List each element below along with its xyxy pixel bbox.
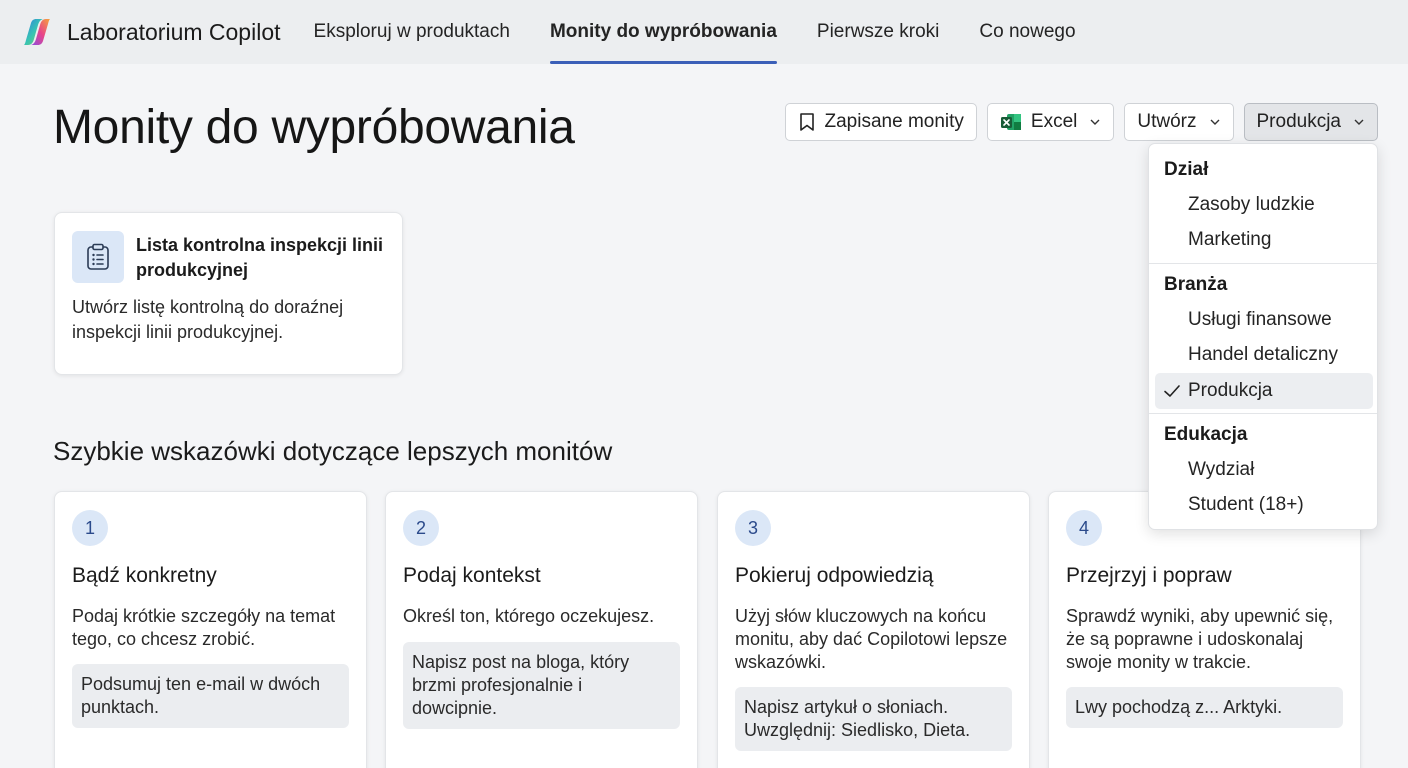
prompt-card-title: Lista kontrolna inspekcji linii produkcy… <box>136 235 384 280</box>
tip-description: Użyj słów kluczowych na końcu monitu, ab… <box>735 606 1008 672</box>
dropdown-group-title: Branża <box>1164 274 1228 295</box>
dropdown-item-student[interactable]: Student (18+) <box>1188 494 1304 516</box>
excel-icon <box>1000 114 1021 130</box>
main-nav: Eksploruj w produktach Monity do wypróbo… <box>314 0 1116 64</box>
nav-tab-explore[interactable]: Eksploruj w produktach <box>314 0 510 64</box>
tip-description: Podaj krótkie szczegóły na temat tego, c… <box>72 606 336 649</box>
bookmark-icon <box>799 113 814 131</box>
brand[interactable]: Laboratorium Copilot <box>19 14 281 50</box>
dropdown-separator <box>1149 263 1377 264</box>
filter-toolbar: Zapisane monity Excel Utwórz Produkcja <box>784 103 1378 141</box>
saved-prompts-label: Zapisane monity <box>824 111 964 132</box>
top-navigation-bar: Laboratorium Copilot Eksploruj w produkt… <box>0 0 1408 64</box>
industry-filter-label: Produkcja <box>1256 111 1342 132</box>
dropdown-item-manufacturing[interactable]: Produkcja <box>1188 380 1273 402</box>
clipboard-list-icon <box>72 231 124 283</box>
dropdown-item-marketing[interactable]: Marketing <box>1188 229 1271 251</box>
tip-card-4: 4 Przejrzyj i popraw Sprawdź wyniki, aby… <box>1048 491 1361 768</box>
dropdown-item-faculty[interactable]: Wydział <box>1188 459 1254 481</box>
nav-tab-whats-new[interactable]: Co nowego <box>979 0 1075 64</box>
checkmark-icon <box>1164 385 1180 397</box>
tip-example: Napisz post na bloga, który brzmi profes… <box>403 642 680 729</box>
tip-card-2: 2 Podaj kontekst Określ ton, którego ocz… <box>385 491 698 768</box>
page-title: Monity do wypróbowania <box>53 101 575 154</box>
dropdown-item-hr[interactable]: Zasoby ludzkie <box>1188 194 1315 216</box>
dropdown-item-financial[interactable]: Usługi finansowe <box>1188 309 1332 331</box>
tip-number-badge: 2 <box>403 510 439 546</box>
dropdown-item-retail[interactable]: Handel detaliczny <box>1188 344 1338 366</box>
dropdown-group-title: Edukacja <box>1164 424 1248 445</box>
saved-prompts-button[interactable]: Zapisane monity <box>784 103 977 141</box>
tip-example: Lwy pochodzą z... Arktyki. <box>1066 687 1343 728</box>
prompt-card[interactable]: Lista kontrolna inspekcji linii produkcy… <box>54 212 403 375</box>
tip-number-badge: 3 <box>735 510 771 546</box>
dropdown-separator <box>1149 413 1377 414</box>
chevron-down-icon <box>1090 119 1100 125</box>
action-filter-dropdown[interactable]: Utwórz <box>1124 103 1234 141</box>
chevron-down-icon <box>1210 119 1219 125</box>
industry-filter-dropdown[interactable]: Produkcja <box>1243 103 1378 141</box>
tip-card-1: 1 Bądź konkretny Podaj krótkie szczegóły… <box>54 491 367 768</box>
tip-example: Napisz artykuł o słoniach. Uwzględnij: S… <box>735 687 1012 751</box>
nav-tab-prompts[interactable]: Monity do wypróbowania <box>549 0 777 64</box>
tip-number-badge: 4 <box>1066 510 1102 546</box>
app-title: Laboratorium Copilot <box>67 18 281 45</box>
tip-title: Bądź konkretny <box>72 564 217 587</box>
prompt-card-description: Utwórz listę kontrolną do doraźnej inspe… <box>72 297 344 342</box>
tip-title: Podaj kontekst <box>403 564 541 587</box>
action-filter-label: Utwórz <box>1137 111 1197 132</box>
tip-title: Pokieruj odpowiedzią <box>735 564 934 587</box>
nav-tab-get-started[interactable]: Pierwsze kroki <box>817 0 939 64</box>
tip-example: Podsumuj ten e-mail w dwóch punktach. <box>72 664 349 728</box>
tip-title: Przejrzyj i popraw <box>1066 564 1232 587</box>
copilot-logo-icon <box>24 19 50 45</box>
industry-dropdown-menu: Dział Zasoby ludzkie Marketing Branża Us… <box>1148 143 1378 530</box>
tip-description: Określ ton, którego oczekujesz. <box>403 606 655 626</box>
chevron-down-icon <box>1354 119 1364 125</box>
tip-number-badge: 1 <box>72 510 108 546</box>
tip-card-3: 3 Pokieruj odpowiedzią Użyj słów kluczow… <box>717 491 1030 768</box>
app-filter-label: Excel <box>1030 111 1078 132</box>
app-filter-dropdown[interactable]: Excel <box>986 103 1115 141</box>
tips-section-title: Szybkie wskazówki dotyczące lepszych mon… <box>53 436 613 466</box>
dropdown-group-title: Dział <box>1164 159 1209 180</box>
tip-description: Sprawdź wyniki, aby upewnić się, że są p… <box>1066 606 1334 672</box>
